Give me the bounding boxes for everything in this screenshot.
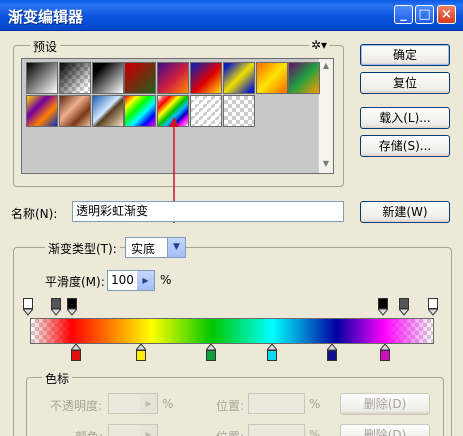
load-button[interactable]: 载入(L)...	[360, 107, 450, 129]
stops-legend: 色标	[42, 370, 73, 387]
close-button[interactable]: ×	[437, 5, 456, 24]
presets-menu-icon[interactable]: ✲▾	[309, 38, 330, 52]
color-swatch-input[interactable]: ▶	[108, 424, 158, 436]
opacity-delete-button[interactable]: 删除(D)	[340, 393, 430, 415]
name-input[interactable]: 透明彩虹渐变	[72, 201, 344, 222]
preset-swatch-chrome[interactable]	[91, 94, 124, 127]
presets-legend: 预设	[30, 38, 61, 55]
opacity-location-input[interactable]	[248, 393, 305, 414]
color-location-unit: %	[309, 428, 321, 436]
color-location-input[interactable]	[248, 424, 305, 436]
gradient-editor-window: 渐变编辑器 _ □ × 预设 ✲▾ ▲ ▼ 确定 复位 载入(L)... 存储(…	[0, 0, 463, 436]
preset-swatch-black-white[interactable]	[91, 62, 124, 94]
preset-swatch-foreground-to-background[interactable]	[26, 62, 58, 94]
name-label: 名称(N):	[11, 207, 58, 221]
gradient-type-label: 渐变类型(T):	[45, 240, 120, 257]
minimize-icon: _	[400, 7, 407, 22]
color-menu-button[interactable]: ▶	[140, 425, 157, 436]
smoothness-unit: %	[160, 273, 172, 287]
preset-swatch-spectrum[interactable]	[124, 94, 157, 127]
preset-swatch-copper[interactable]	[58, 94, 91, 127]
preset-swatch-blue-red-yellow[interactable]	[190, 62, 222, 94]
preset-swatch-blue-yellow-blue[interactable]	[222, 62, 255, 94]
smoothness-slider-button[interactable]: ▶	[137, 271, 154, 290]
ok-button[interactable]: 确定	[360, 44, 450, 66]
opacity-location-label: 位置:	[216, 399, 245, 413]
save-button[interactable]: 存储(S)...	[360, 135, 450, 157]
gradient-type-value: 实底	[131, 242, 156, 256]
color-delete-button[interactable]: 删除(D)	[340, 424, 430, 436]
preset-swatch-orange-yellow-orange[interactable]	[255, 62, 288, 94]
scroll-down-icon[interactable]: ▼	[321, 159, 331, 171]
chevron-down-icon[interactable]: ▼	[167, 238, 185, 257]
close-icon: ×	[441, 7, 452, 22]
opacity-unit: %	[162, 397, 174, 411]
minimize-button[interactable]: _	[394, 5, 413, 24]
preset-swatch-foreground-to-transparent[interactable]	[58, 62, 91, 94]
opacity-label: 不透明度:	[50, 399, 103, 413]
scroll-up-icon[interactable]: ▲	[321, 61, 331, 73]
preset-swatch-violet-green-orange[interactable]	[288, 62, 321, 94]
maximize-icon: □	[418, 7, 431, 22]
maximize-button[interactable]: □	[415, 5, 434, 24]
color-label: 颜色:	[75, 428, 103, 436]
opacity-location-unit: %	[309, 397, 321, 411]
color-location-label: 位置:	[216, 428, 244, 436]
preset-swatch-yellow-violet-orange-blue[interactable]	[26, 94, 58, 127]
title-bar: 渐变编辑器 _ □ ×	[0, 0, 463, 31]
opacity-input[interactable]: ▶	[108, 393, 158, 414]
preset-swatch-violet-orange[interactable]	[157, 62, 190, 94]
preset-swatch-transparent-stripes[interactable]	[190, 94, 222, 127]
reset-button[interactable]: 复位	[360, 72, 450, 94]
smoothness-value: 100	[111, 273, 134, 287]
new-button[interactable]: 新建(W)	[360, 201, 450, 223]
preset-swatch-transparent-checker[interactable]	[222, 94, 255, 127]
preset-swatch-red-green[interactable]	[124, 62, 157, 94]
gradient-bar[interactable]	[30, 318, 434, 344]
smoothness-label: 平滑度(M):	[45, 275, 105, 289]
smoothness-input[interactable]: 100 ▶	[107, 270, 155, 291]
window-title: 渐变编辑器	[8, 8, 84, 26]
gradient-type-select[interactable]: 实底 ▼	[125, 237, 186, 258]
opacity-slider-button[interactable]: ▶	[140, 394, 157, 413]
